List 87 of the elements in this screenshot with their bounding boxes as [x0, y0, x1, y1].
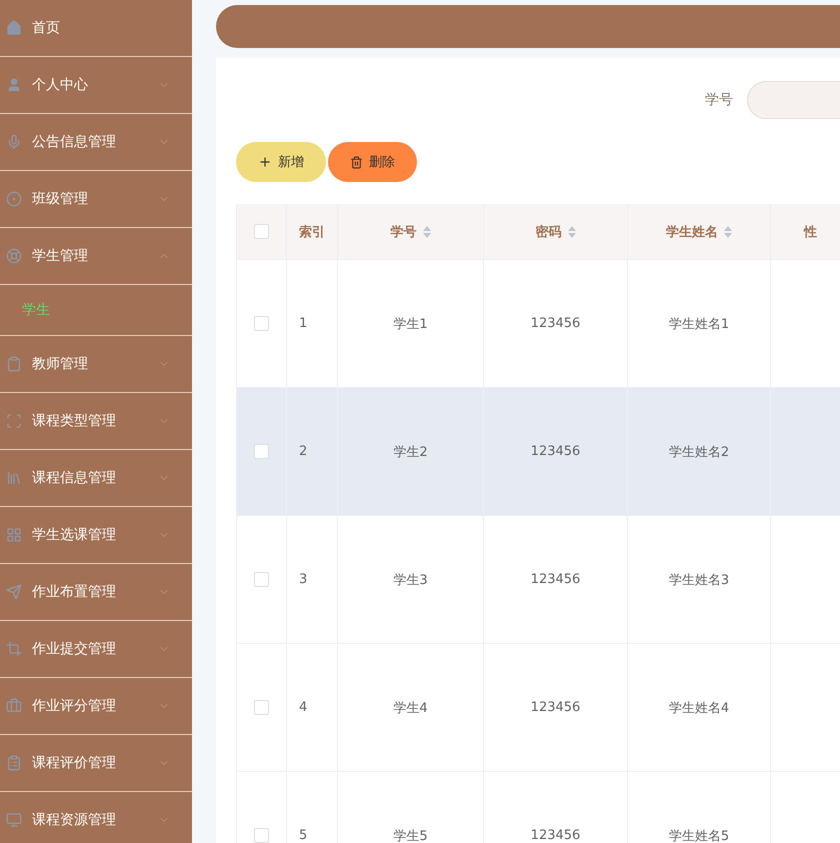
- menu-item[interactable]: 学生选课管理: [0, 507, 192, 564]
- menu-item[interactable]: 公告信息管理: [0, 114, 192, 171]
- menu-item[interactable]: 课程类型管理: [0, 393, 192, 450]
- column-header[interactable]: 性: [804, 222, 817, 240]
- menu-label: 作业布置管理: [32, 583, 117, 601]
- row-checkbox[interactable]: [254, 444, 269, 459]
- select-all-checkbox[interactable]: [254, 224, 269, 239]
- sort-icon[interactable]: [568, 226, 576, 238]
- clipboard-icon: [6, 356, 22, 372]
- row-checkbox[interactable]: [254, 572, 269, 587]
- search-field[interactable]: [747, 81, 840, 119]
- table-cell-text: 学生1: [393, 316, 428, 332]
- table-cell-text: 学生4: [393, 700, 428, 716]
- menu-label: 作业评分管理: [32, 697, 117, 715]
- table-row[interactable]: 3 学生3 123456 学生姓名3: [237, 516, 840, 644]
- user-icon: [6, 77, 22, 93]
- menu-item[interactable]: 个人中心: [0, 57, 192, 114]
- table-cell-text: 学生姓名3: [668, 572, 730, 588]
- search-label: 学号: [705, 91, 733, 109]
- menu-label: 教师管理: [32, 355, 89, 373]
- table-cell-text: 学生姓名2: [668, 444, 730, 460]
- mic-icon: [6, 134, 22, 150]
- table-cell: 4: [299, 700, 308, 715]
- table-cell: 2: [299, 444, 308, 459]
- table-cell-text: 学生姓名4: [668, 700, 730, 716]
- sort-icon[interactable]: [422, 226, 430, 238]
- table-cell-text: 学生3: [393, 572, 428, 588]
- send-icon: [6, 584, 22, 600]
- sort-icon[interactable]: [724, 226, 732, 238]
- briefcase-icon: [6, 698, 22, 714]
- menu-label: 公告信息管理: [32, 133, 117, 151]
- menu-item[interactable]: 课程信息管理: [0, 450, 192, 507]
- table-cell-text: 学生5: [393, 828, 428, 843]
- row-checkbox[interactable]: [254, 316, 269, 331]
- table-cell: 1: [299, 316, 308, 331]
- menu-item[interactable]: 首页: [0, 0, 192, 57]
- table-cell-text: 学生2: [393, 444, 428, 460]
- scan-icon: [6, 413, 22, 429]
- menu-label: 课程类型管理: [32, 412, 117, 430]
- submenu-item[interactable]: 学生: [22, 301, 50, 319]
- menu-item[interactable]: 作业布置管理: [0, 564, 192, 621]
- table-cell: 3: [299, 572, 308, 587]
- menu-item[interactable]: 教师管理: [0, 336, 192, 393]
- table-row[interactable]: 1 学生1 123456 学生姓名1: [237, 260, 840, 388]
- menu-label: 首页: [32, 19, 61, 37]
- menu-item[interactable]: 作业评分管理: [0, 678, 192, 735]
- trash-icon: [350, 156, 363, 168]
- menu-item[interactable]: 作业提交管理: [0, 621, 192, 678]
- menu-label: 班级管理: [32, 190, 89, 208]
- menu-item[interactable]: 学生管理: [0, 228, 192, 285]
- table-cell: 123456: [530, 828, 580, 843]
- clipboard-list-icon: [6, 755, 22, 771]
- menu-item[interactable]: 课程评价管理: [0, 735, 192, 792]
- column-header[interactable]: 学生姓名: [666, 222, 718, 240]
- table-row[interactable]: 2 学生2 123456 学生姓名2: [237, 388, 840, 516]
- menu-label: 课程信息管理: [32, 469, 117, 487]
- plus-icon: [258, 155, 272, 169]
- table-cell: 123456: [530, 444, 580, 459]
- menu-label: 个人中心: [32, 76, 89, 94]
- column-header[interactable]: 索引: [299, 222, 325, 240]
- column-header[interactable]: 学号: [390, 222, 416, 240]
- circle-icon: [6, 191, 22, 207]
- table-cell: 123456: [530, 572, 580, 587]
- menu-label: 学生管理: [32, 247, 89, 265]
- monitor-icon: [6, 812, 22, 828]
- table-cell-text: 学生姓名1: [668, 316, 730, 332]
- menu-label: 课程资源管理: [32, 811, 117, 829]
- grid-icon: [6, 527, 22, 543]
- home-icon: [6, 20, 22, 36]
- crop-icon: [6, 641, 22, 657]
- menu-item[interactable]: 班级管理: [0, 171, 192, 228]
- menu-label: 课程评价管理: [32, 754, 117, 772]
- library-icon: [6, 470, 22, 486]
- table-cell-text: 学生姓名5: [668, 828, 730, 843]
- row-checkbox[interactable]: [254, 828, 269, 843]
- row-checkbox[interactable]: [254, 700, 269, 715]
- table-row[interactable]: 4 学生4 123456 学生姓名4: [237, 644, 840, 772]
- menu-label: 作业提交管理: [32, 640, 117, 658]
- menu-label: 学生选课管理: [32, 526, 117, 544]
- table-cell: 123456: [530, 700, 580, 715]
- table-cell: 5: [299, 828, 308, 843]
- column-header[interactable]: 密码: [536, 222, 562, 240]
- lifebuoy-icon: [6, 248, 22, 264]
- delete-button[interactable]: 删除: [328, 142, 417, 182]
- add-button[interactable]: 新增: [236, 142, 326, 182]
- menu-item[interactable]: 课程资源管理: [0, 792, 192, 843]
- table-cell: 123456: [530, 316, 580, 331]
